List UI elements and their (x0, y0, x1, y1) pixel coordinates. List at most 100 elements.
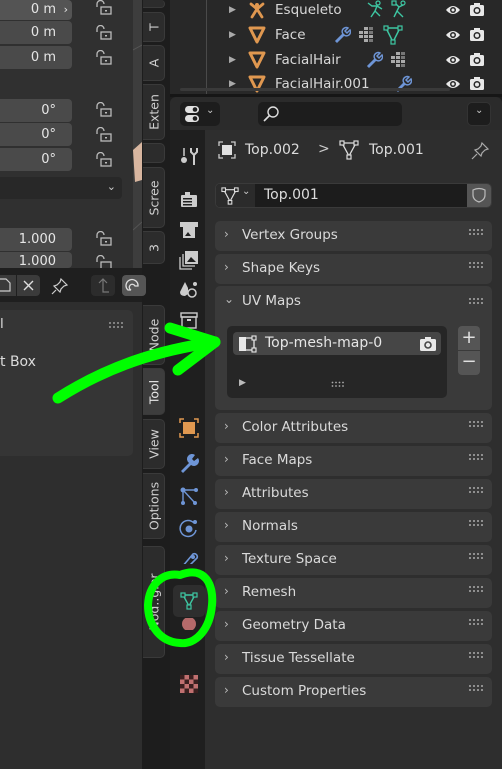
chevron-right-icon[interactable]: › (224, 617, 229, 631)
outliner-row[interactable]: ▶ Face (170, 24, 492, 48)
drag-handle-icon[interactable] (468, 519, 484, 527)
eye-icon[interactable] (445, 53, 461, 67)
panel-title[interactable]: UV Maps (242, 293, 301, 309)
panel-title[interactable]: Normals (242, 518, 298, 534)
camera-icon[interactable] (469, 2, 485, 17)
camera-render-icon[interactable] (419, 336, 437, 352)
panel-custom-properties[interactable]: › Custom Properties (215, 677, 492, 707)
outliner-row[interactable]: ▶ FacialHair (170, 49, 492, 73)
tab-t[interactable]: T (143, 12, 165, 42)
fake-user-button[interactable] (467, 184, 491, 207)
pin-icon[interactable] (470, 141, 490, 161)
panel-title[interactable]: Custom Properties (242, 683, 366, 699)
panel-face-maps[interactable]: › Face Maps (215, 446, 492, 476)
scale-x-field[interactable]: 1.000 (0, 228, 72, 251)
tab-texture[interactable] (173, 668, 203, 698)
mesh-data-icon[interactable] (383, 25, 403, 45)
tab-object[interactable] (173, 412, 203, 442)
chevron-right-icon[interactable]: › (224, 650, 229, 664)
expand-arrow-icon[interactable]: ▶ (229, 55, 236, 65)
expand-filter-icon[interactable]: ▶ (239, 378, 246, 388)
panel-tissue-tessellate[interactable]: › Tissue Tessellate (215, 644, 492, 674)
tab-a[interactable]: A (143, 45, 165, 81)
drag-handle-icon[interactable] (468, 552, 484, 560)
panel-attributes[interactable]: › Attributes (215, 479, 492, 509)
chevron-down-icon[interactable]: ⌄ (224, 292, 234, 306)
tab-tool[interactable] (173, 140, 203, 170)
location-w-field[interactable]: 0 m (0, 46, 72, 69)
tab-3d[interactable]: 3 (143, 231, 165, 264)
panel-title[interactable]: Face Maps (242, 452, 312, 468)
pin-icon[interactable] (51, 277, 69, 295)
tab-extensions[interactable]: Exten (143, 84, 165, 140)
drag-handle-icon[interactable] (468, 684, 484, 692)
tab-screencast[interactable]: Scree (143, 167, 165, 228)
rotation-z-field[interactable]: 0° (0, 148, 72, 171)
drag-handle-icon[interactable] (468, 486, 484, 494)
drag-handle-icon[interactable] (108, 321, 124, 329)
tab-output[interactable] (173, 214, 203, 244)
editor-type-button[interactable]: ⌄ (180, 102, 220, 126)
drag-handle-icon[interactable] (468, 228, 484, 236)
lock-open-icon[interactable] (95, 231, 113, 247)
tab-options[interactable]: Options (143, 473, 165, 539)
mesh-name-field[interactable]: Top.001 (264, 187, 319, 203)
tab-physics[interactable] (173, 512, 203, 542)
panel-shape-keys[interactable]: › Shape Keys (215, 254, 492, 284)
chevron-right-icon[interactable]: › (224, 584, 229, 598)
expand-arrow-icon[interactable]: ▶ (229, 30, 236, 40)
chevron-right-icon[interactable]: › (224, 260, 229, 274)
new-file-button[interactable] (0, 275, 16, 296)
tab-world[interactable] (173, 304, 203, 334)
tab-blank[interactable] (143, 143, 165, 163)
vertex-groups-icon[interactable] (390, 52, 408, 68)
eye-icon[interactable] (445, 3, 461, 17)
unlink-button[interactable] (17, 275, 40, 296)
camera-icon[interactable] (469, 76, 485, 91)
eye-icon[interactable] (445, 28, 461, 42)
drag-handle-icon[interactable] (468, 261, 484, 269)
tab-render[interactable] (173, 184, 203, 214)
drag-handle-icon[interactable] (468, 297, 484, 305)
tab-top-fragment[interactable] (143, 0, 165, 8)
panel-remesh[interactable]: › Remesh (215, 578, 492, 608)
tab-node-wrangler[interactable]: Nod..gler (143, 546, 165, 658)
panel-title[interactable]: Remesh (242, 584, 296, 600)
panel-geometry-data[interactable]: › Geometry Data (215, 611, 492, 641)
panel-texture-space[interactable]: › Texture Space (215, 545, 492, 575)
scale-y-field[interactable]: 1.000 (0, 252, 72, 268)
tab-view[interactable]: View (143, 419, 165, 469)
camera-icon[interactable] (469, 52, 485, 67)
add-uv-map-button[interactable]: + (458, 326, 480, 350)
chevron-right-icon[interactable]: › (224, 551, 229, 565)
chevron-right-icon[interactable]: › (224, 452, 229, 466)
chevron-right-icon[interactable]: › (224, 485, 229, 499)
drag-handle-icon[interactable] (468, 585, 484, 593)
options-dropdown[interactable]: ⌄ (467, 102, 491, 126)
modifier-icon[interactable] (333, 26, 351, 44)
parent-button[interactable] (91, 275, 115, 296)
tab-modifiers[interactable] (173, 448, 203, 478)
pose-icon[interactable] (366, 0, 384, 18)
properties-search-input[interactable] (258, 102, 402, 126)
breadcrumb-object[interactable]: Top.002 (245, 142, 300, 158)
lock-open-icon[interactable] (95, 255, 113, 268)
resize-handle-icon[interactable] (331, 381, 345, 388)
panel-title[interactable]: Geometry Data (242, 617, 346, 633)
chevron-right-icon[interactable]: › (224, 227, 229, 241)
chevron-right-icon[interactable]: › (224, 419, 229, 433)
tab-node[interactable]: Node (143, 305, 165, 365)
remove-uv-map-button[interactable]: − (458, 351, 480, 375)
tab-view-layer[interactable] (173, 244, 203, 274)
panel-title[interactable]: Texture Space (242, 551, 337, 567)
tab-constraints[interactable] (173, 544, 203, 564)
camera-icon[interactable] (469, 27, 485, 42)
chevron-right-icon[interactable]: › (224, 683, 229, 697)
breadcrumb-data[interactable]: Top.001 (369, 142, 424, 158)
outliner-row[interactable]: ▶ Esqueleto (170, 0, 492, 23)
rotation-x-field[interactable]: 0° (0, 99, 72, 122)
snap-toggle[interactable] (122, 275, 146, 296)
lock-open-icon[interactable] (95, 0, 113, 16)
lock-open-icon[interactable] (95, 50, 113, 66)
tab-scene[interactable] (173, 274, 203, 304)
